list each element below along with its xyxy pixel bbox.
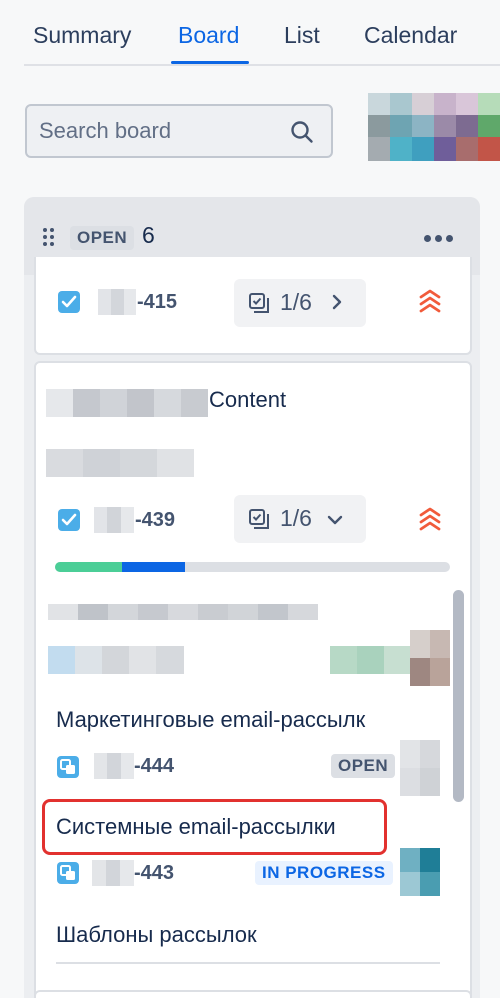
issue-label-blurred [46,449,194,477]
child-assignee-avatar-blurred [410,630,450,686]
subtask-type-icon [57,756,79,778]
child-issue-key[interactable]: -443 [134,862,174,885]
task-type-icon [58,291,80,313]
highlight-box [42,799,387,855]
child-issue-title[interactable]: Маркетинговые email-рассылк [56,707,365,733]
child-issue-blurred-status [330,646,410,674]
child-divider [56,962,440,964]
column-issue-count: 6 [142,222,155,248]
search-icon[interactable] [289,119,315,145]
search-input[interactable] [39,116,279,146]
subtask-progress-bar [55,562,450,572]
issue-key-prefix [98,289,136,315]
subtask-icon [249,509,269,529]
child-issue-key[interactable]: -444 [134,755,174,778]
child-status-lozenge[interactable]: IN PROGRESS [255,861,393,885]
subtask-toggle[interactable]: 1/6 [234,279,366,327]
tab-list[interactable]: List [284,20,320,50]
assignee-avatars[interactable] [368,93,500,161]
tab-summary[interactable]: Summary [33,20,131,50]
subtask-count: 1/6 [280,289,312,315]
subtask-type-icon [57,862,79,884]
issue-card[interactable]: Content -439 1/6 [34,361,472,998]
drag-handle-icon[interactable] [42,227,56,247]
children-scrollbar[interactable] [453,590,464,802]
column-more-button[interactable] [419,223,459,253]
next-card-edge [34,990,472,998]
child-assignee-avatar-blurred [400,848,440,896]
issue-title-prefix [46,389,208,417]
issue-key-prefix [94,507,134,533]
progress-done-segment [55,562,123,572]
tab-calendar[interactable]: Calendar [364,20,457,50]
subtask-icon [249,293,269,313]
column-status-lozenge: OPEN [70,226,135,250]
task-type-icon [58,509,80,531]
child-issue-title[interactable]: Шаблоны рассылок [56,922,257,948]
subtask-toggle[interactable]: 1/6 [234,495,366,543]
chevron-down-icon [327,515,343,525]
child-issue-key-prefix [92,860,134,886]
issue-card[interactable]: -415 1/6 [34,257,472,355]
chevron-right-icon [332,294,342,310]
child-issue-blurred-title [48,600,318,624]
issue-key[interactable]: -439 [135,509,175,532]
issue-title[interactable]: Content [209,387,286,413]
child-issue-blurred-meta [48,646,184,674]
progress-in-progress-segment [122,562,186,572]
priority-highest-icon [419,289,441,313]
child-status-lozenge[interactable]: OPEN [331,754,396,778]
child-issue-key-prefix [94,753,134,779]
tab-board[interactable]: Board [178,20,239,50]
child-title-fade [398,705,428,735]
priority-highest-icon [419,507,441,531]
subtask-count: 1/6 [280,505,312,531]
tabs-divider [24,64,500,66]
board-tabs: Summary Board List Calendar [0,0,500,66]
issue-key[interactable]: -415 [137,291,177,314]
search-board-field[interactable] [25,104,333,158]
child-assignee-avatar-blurred [400,740,440,796]
